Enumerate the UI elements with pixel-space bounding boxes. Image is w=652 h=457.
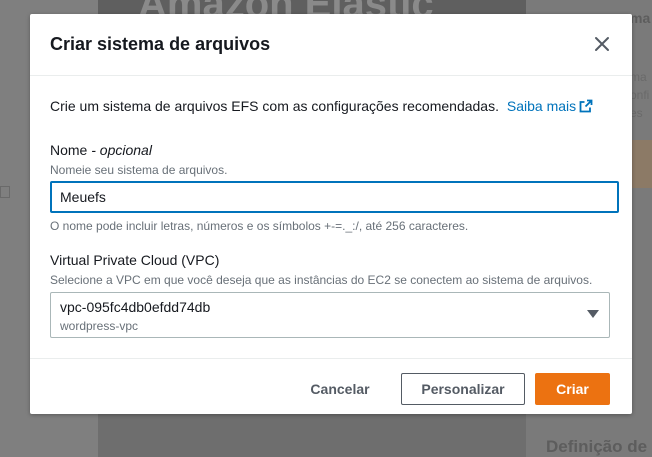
name-field-description: Nomeie seu sistema de arquivos. — [50, 163, 228, 177]
modal-title: Criar sistema de arquivos — [50, 34, 271, 54]
customize-button[interactable]: Personalizar — [401, 373, 525, 405]
background-icon — [0, 186, 10, 198]
modal-header: Criar sistema de arquivos — [30, 14, 632, 76]
close-icon — [595, 37, 609, 51]
name-field-hint: O nome pode incluir letras, números e os… — [50, 219, 469, 233]
intro-description: Crie um sistema de arquivos EFS com as c… — [50, 98, 499, 114]
optional-label: - opcional — [87, 142, 152, 158]
name-input[interactable] — [50, 181, 619, 213]
modal-footer: Cancelar Personalizar Criar — [30, 358, 632, 415]
intro-text: Crie um sistema de arquivos EFS com as c… — [50, 98, 593, 114]
create-file-system-modal: Criar sistema de arquivos Crie um sistem… — [30, 14, 632, 414]
vpc-selected-name: wordpress-vpc — [60, 319, 139, 333]
external-link-icon — [579, 99, 593, 113]
background-side-title-fragment: ma — [630, 10, 651, 26]
learn-more-link[interactable]: Saiba mais — [507, 98, 593, 114]
caret-down-icon — [587, 310, 599, 318]
background-side-text-fragment: ma onfi es — [630, 70, 650, 120]
cancel-button[interactable]: Cancelar — [302, 373, 378, 405]
vpc-selected-id: vpc-095fc4db0efdd74db — [60, 299, 211, 315]
background-section-title: Definição de — [546, 437, 648, 456]
vpc-field-description: Selecione a VPC em que você deseja que a… — [50, 273, 593, 287]
name-field-label: Nome - opcional — [50, 142, 152, 158]
close-button[interactable] — [590, 32, 614, 56]
create-button[interactable]: Criar — [535, 373, 610, 405]
vpc-select[interactable]: vpc-095fc4db0efdd74db wordpress-vpc — [50, 292, 610, 338]
vpc-field-label: Virtual Private Cloud (VPC) — [50, 252, 220, 268]
